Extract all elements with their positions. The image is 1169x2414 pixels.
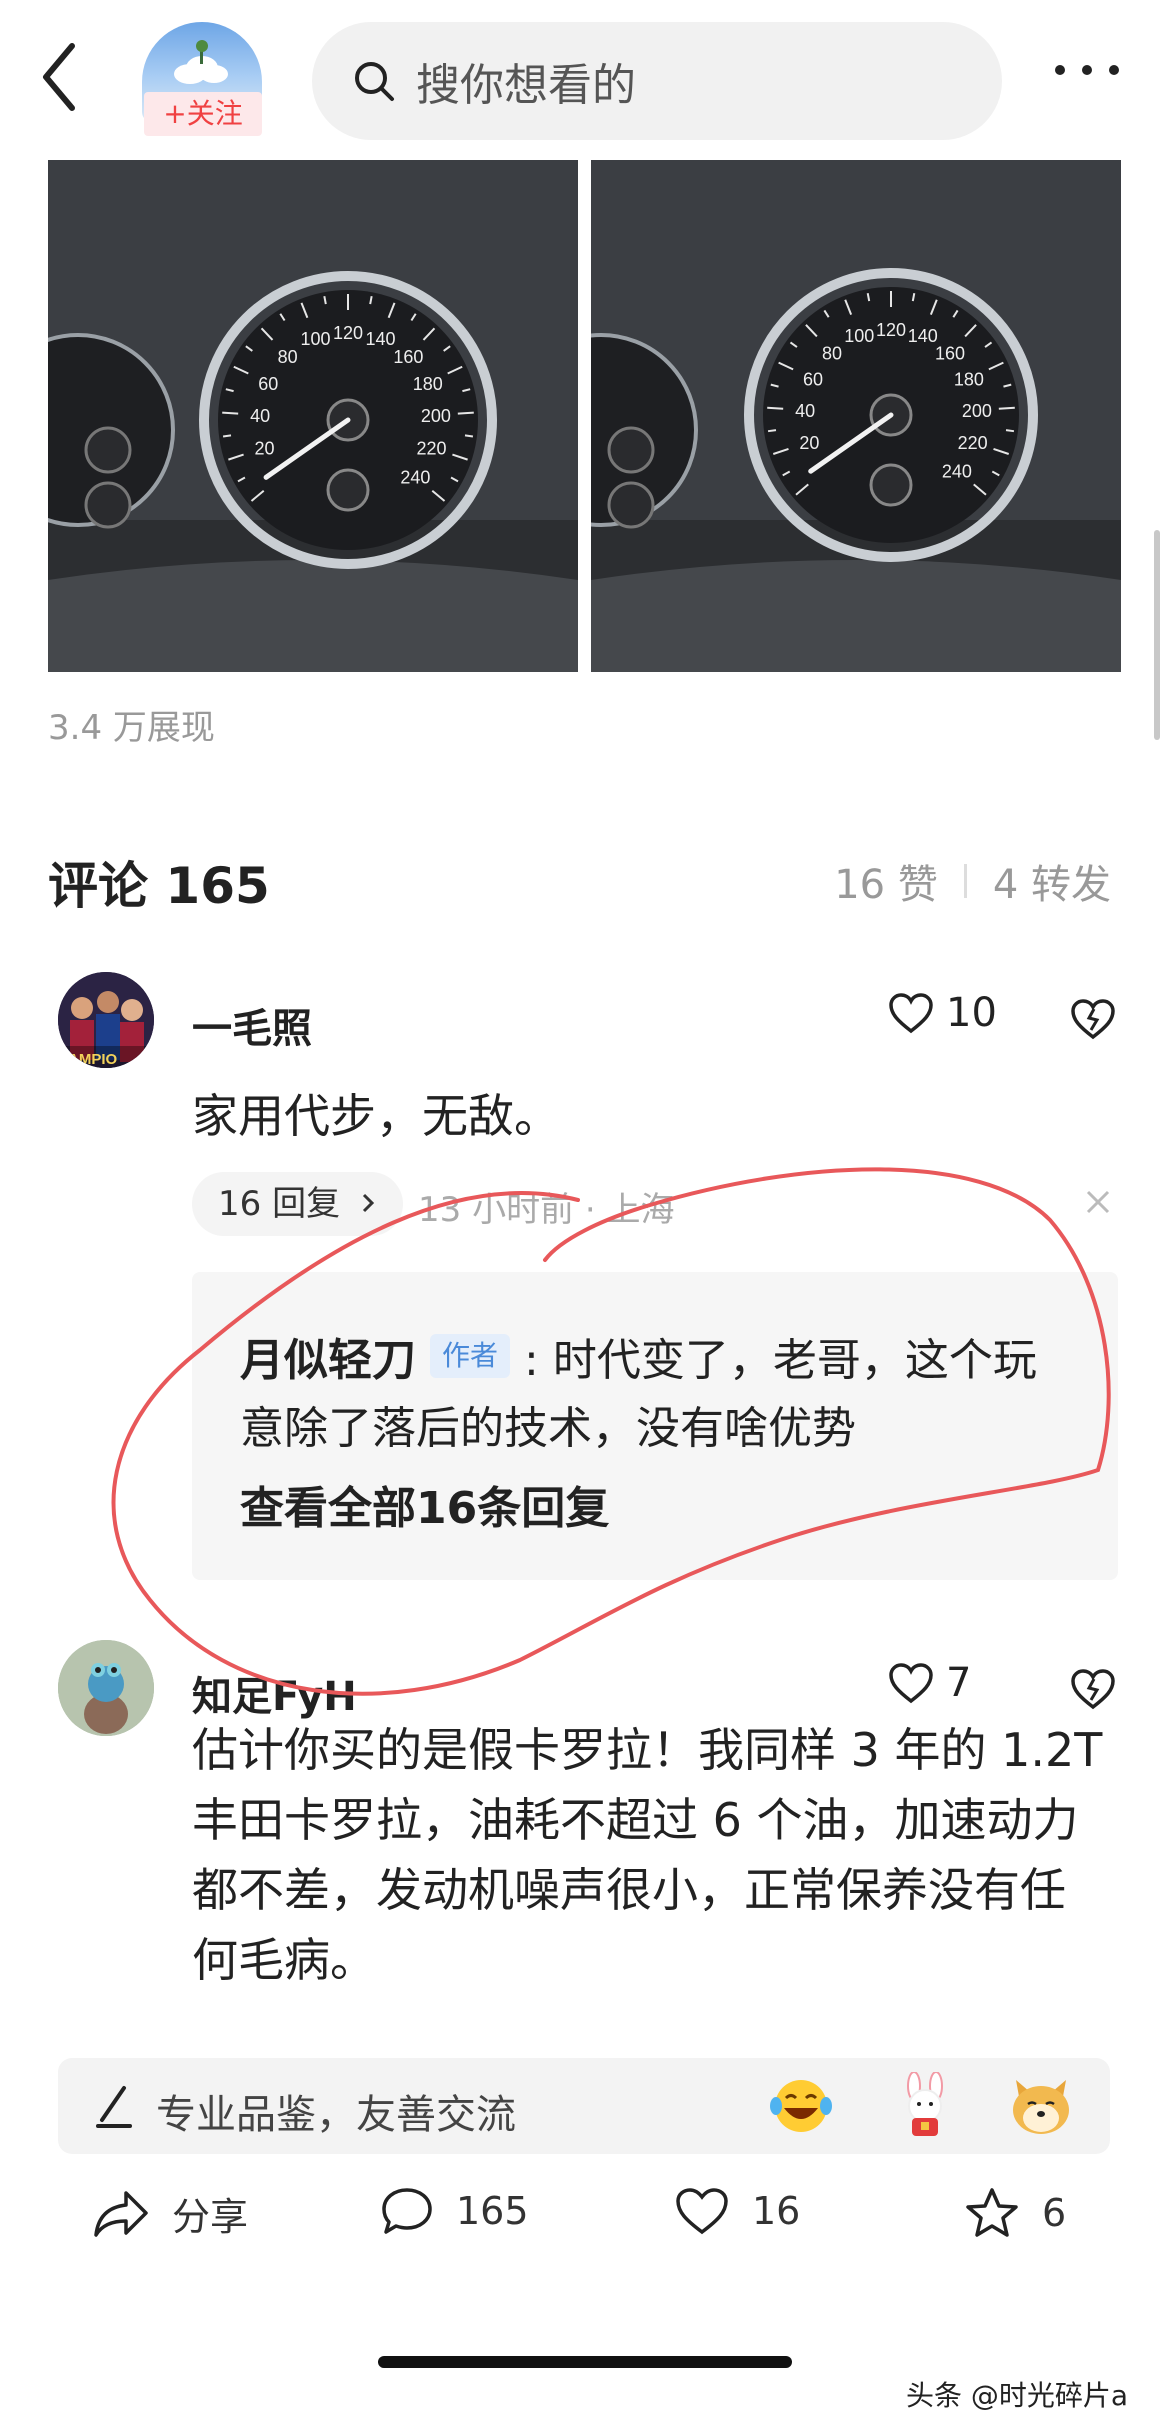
svg-text:20: 20: [254, 439, 274, 459]
share-icon: [94, 2190, 148, 2237]
comment-like-button[interactable]: 7: [888, 1660, 971, 1706]
commenter-name[interactable]: 一毛照: [192, 996, 312, 1054]
reply-count-label: 16 回复: [218, 1184, 341, 1224]
pen-icon: [96, 2086, 132, 2128]
svg-text:40: 40: [250, 406, 270, 426]
comment-meta: 13 小时前 · 上海: [418, 1190, 675, 1230]
speedometer-photo: 20 40 60 80100 120 140160 180 200 220 240: [591, 160, 1121, 672]
like-count: 7: [946, 1660, 972, 1706]
broken-heart-icon: [1071, 1669, 1115, 1710]
svg-text:40: 40: [795, 401, 815, 421]
divider: [963, 864, 967, 898]
like-count: 16: [752, 2189, 801, 2233]
view-count: 3.4 万展现: [48, 708, 215, 748]
author-avatar-group[interactable]: +关注: [142, 22, 267, 140]
svg-text:240: 240: [942, 461, 972, 481]
svg-text:240: 240: [400, 468, 430, 488]
back-button[interactable]: [40, 42, 100, 122]
cartoon-avatar: [58, 1640, 154, 1736]
rabbit-emoji-icon[interactable]: [892, 2072, 958, 2138]
favorite-count: 6: [1042, 2191, 1067, 2235]
comments-title: 评论 165: [48, 857, 270, 915]
svg-text:220: 220: [958, 433, 988, 453]
svg-text:180: 180: [413, 374, 443, 394]
heart-icon: [889, 993, 933, 1034]
comment-icon: [382, 2188, 432, 2234]
comment-text-line: 估计你买的是假卡罗拉！我同样 3 年的 1.2T: [192, 1723, 1103, 1777]
like-count: 10: [946, 990, 997, 1036]
svg-text:60: 60: [258, 374, 278, 394]
input-placeholder: 专业品鉴，友善交流: [156, 2092, 516, 2138]
watermark: 头条 @时光碎片a: [906, 2379, 1129, 2412]
svg-text:200: 200: [421, 406, 451, 426]
doge-emoji-icon[interactable]: [1006, 2072, 1076, 2138]
comment-text-line: 何毛病。: [192, 1933, 376, 1987]
dismiss-button[interactable]: [1080, 1184, 1116, 1220]
more-button[interactable]: [1052, 60, 1122, 100]
laughing-emoji-icon[interactable]: [768, 2076, 834, 2136]
comment-text: 家用代步，无敌。: [192, 1089, 560, 1143]
post-image-1[interactable]: 20 40 60 80 100 120 140 160 180 200 220 240: [48, 160, 578, 672]
view-replies-button[interactable]: 16 回复: [192, 1172, 403, 1236]
svg-text:200: 200: [962, 401, 992, 421]
svg-text:120: 120: [333, 323, 363, 343]
comment-input-bar[interactable]: 专业品鉴，友善交流: [58, 2058, 1110, 2154]
search-bar[interactable]: 搜你想看的: [312, 22, 1002, 140]
svg-text:140: 140: [365, 329, 395, 349]
search-placeholder: 搜你想看的: [416, 60, 636, 111]
scrollbar[interactable]: [1154, 530, 1160, 740]
reply-author[interactable]: 月似轻刀: [240, 1324, 416, 1388]
star-icon: [966, 2188, 1018, 2237]
search-icon: [355, 62, 394, 101]
share-button[interactable]: 分享: [92, 2186, 248, 2241]
svg-text:80: 80: [822, 343, 842, 363]
more-dots-icon: [1055, 65, 1119, 75]
svg-text:140: 140: [908, 326, 938, 346]
speedometer-photo: 20 40 6080100 120 140160 180 200 220 240: [48, 160, 578, 672]
svg-text:60: 60: [803, 370, 823, 390]
chevron-left-icon: [43, 43, 75, 111]
post-stats: 16 赞 4 转发: [834, 852, 1111, 910]
svg-text:220: 220: [417, 439, 447, 459]
comment-count: 165: [456, 2189, 529, 2233]
svg-text:180: 180: [954, 370, 984, 390]
follow-button[interactable]: +关注: [144, 92, 262, 136]
svg-text:100: 100: [844, 326, 874, 346]
close-icon: [1086, 1190, 1110, 1214]
team-photo-avatar: AMPIO: [58, 972, 154, 1068]
comment-text-line: 丰田卡罗拉，油耗不超过 6 个油，加速动力: [192, 1793, 1079, 1847]
comment-text-line: 都不差，发动机噪声很小，正常保养没有任: [192, 1863, 1066, 1917]
svg-text:160: 160: [393, 347, 423, 367]
svg-text:120: 120: [876, 320, 906, 340]
broken-heart-icon: [1071, 999, 1115, 1040]
comment-like-button[interactable]: 10: [888, 990, 997, 1036]
share-label: 分享: [172, 2195, 249, 2239]
chevron-right-icon: [362, 1193, 375, 1213]
favorite-button[interactable]: 6: [964, 2186, 1066, 2240]
reposts-stat[interactable]: 4 转发: [993, 852, 1111, 910]
svg-text:100: 100: [300, 329, 330, 349]
view-all-replies-link[interactable]: 查看全部16条回复: [240, 1472, 609, 1536]
reply-first-line: 月似轻刀 作者 : 时代变了，老哥，这个玩: [240, 1324, 1037, 1388]
like-button[interactable]: 16: [674, 2186, 800, 2236]
comment-dislike-button[interactable]: [1070, 996, 1116, 1042]
heart-icon: [676, 2188, 728, 2235]
comment-dislike-button[interactable]: [1070, 1666, 1116, 1712]
reply-text-continued: 意除了落后的技术，没有啥优势: [240, 1403, 856, 1454]
svg-text:80: 80: [278, 347, 298, 367]
svg-text:AMPIO: AMPIO: [68, 1051, 118, 1068]
likes-stat[interactable]: 16 赞: [834, 852, 938, 910]
post-image-2[interactable]: 20 40 60 80 100 120 140 160 180 200 220 240: [591, 160, 1121, 672]
commenter-avatar[interactable]: [58, 1640, 154, 1736]
author-badge: 作者: [430, 1334, 511, 1378]
commenter-avatar[interactable]: AMPIO: [58, 972, 154, 1068]
heart-icon: [889, 1663, 933, 1704]
reply-preview[interactable]: 月似轻刀 作者 : 时代变了，老哥，这个玩 意除了落后的技术，没有啥优势 查看全…: [192, 1272, 1118, 1580]
reply-text-start: : 时代变了，老哥，这个玩: [524, 1335, 1037, 1386]
svg-text:160: 160: [935, 343, 965, 363]
home-indicator[interactable]: [378, 2356, 792, 2368]
comment-button[interactable]: 165: [380, 2186, 529, 2236]
svg-text:20: 20: [799, 433, 819, 453]
